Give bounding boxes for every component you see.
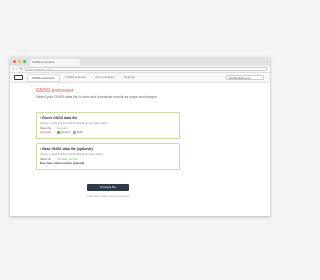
back-arrow-icon[interactable]: ‹ [13,67,14,71]
minimize-window-icon[interactable] [18,60,21,63]
radio-dynamic-label: Dynamic [60,131,71,134]
browser-toolbar: ‹ › ↻ https://rtkplus.net/ [10,66,270,73]
base-card-title: ▪ Base GNSS data file (optional) [40,147,176,151]
process-file-button[interactable]: Process file [87,184,129,191]
rover-card-title: ▪ Rover GNSS data file [40,116,176,120]
tab-settings[interactable]: Settings [120,74,139,82]
close-window-icon[interactable] [13,60,16,63]
app-tabs: GNSS processor GNSS to Excel My processe… [27,73,139,82]
radio-static[interactable]: Static [73,131,83,134]
main-content: GNSS processor Select your GNSS data fil… [10,83,270,198]
radio-dynamic[interactable]: Dynamic [57,131,70,134]
input-type-row: Input type Dynamic Static [40,131,176,134]
tab-gnss-to-excel[interactable]: GNSS to Excel [62,74,90,82]
base-card-description: Choose or drag and drop GNSS data file f… [40,153,103,156]
select-file-label: Select file [40,127,51,130]
rover-card-description: Choose or drag and drop GNSS data file o… [40,122,108,125]
tab-gnss-processor[interactable]: GNSS processor [27,73,60,82]
radio-static-label: Static [76,131,83,134]
page-title: GNSS processor [36,88,74,94]
browser-tab[interactable]: GNSS processor [30,59,80,66]
base-coords-label: Enter base station position (optional) [40,162,85,165]
base-card-title-text: Base GNSS data file (optional) [42,147,93,151]
page-subtitle: Select your GNSS data file to view and d… [36,95,157,99]
base-select-row: Select file IGS base_obs.obs [40,158,176,161]
base-file-link[interactable]: IGS base_obs.obs [57,158,78,161]
radio-unselected-icon[interactable] [73,131,76,134]
tab-my-processes[interactable]: My processes [92,74,119,82]
select-file-label: Select file [40,158,51,161]
reload-icon[interactable]: ↻ [20,67,23,71]
rover-file-link[interactable]: rover.obs [57,127,67,130]
browser-window: GNSS processor ‹ › ↻ https://rtkplus.net… [10,57,270,216]
browser-titlebar: GNSS processor [10,57,270,66]
input-type-label: Input type [40,131,51,134]
base-file-card: ▪ Base GNSS data file (optional) Choose … [36,143,180,170]
app-logo[interactable] [14,75,23,80]
base-coords-row: Enter base station position (optional) [40,162,176,165]
rover-select-row: Select file rover.obs [40,127,176,130]
address-bar[interactable]: https://rtkplus.net/ [25,67,267,71]
radio-selected-icon[interactable] [57,131,60,134]
process-section: Process file It may take a while to proc… [36,175,180,198]
app-header: GNSS processor GNSS to Excel My processe… [10,73,270,83]
maximize-window-icon[interactable] [23,60,26,63]
user-account-button[interactable]: info@rtkplus.net [226,75,264,80]
rover-card-title-text: Rover GNSS data file [42,116,78,120]
forward-arrow-icon[interactable]: › [16,67,17,71]
rover-file-card: ▪ Rover GNSS data file Choose or drag an… [36,112,180,139]
process-note: It may take a while to process your file… [86,195,130,198]
